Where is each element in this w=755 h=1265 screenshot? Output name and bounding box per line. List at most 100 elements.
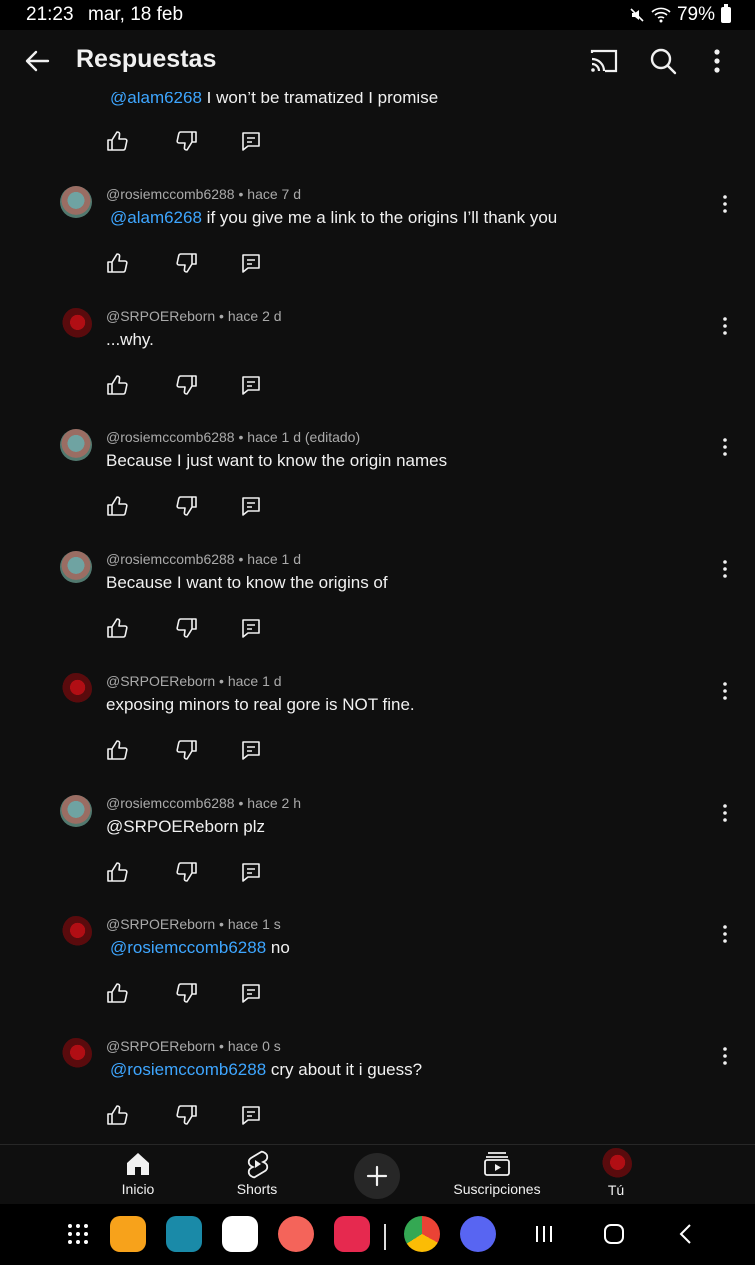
home-icon [127,1153,149,1175]
home-button-icon[interactable] [602,1222,626,1246]
cast-icon[interactable] [588,47,620,75]
thumb-down-icon[interactable] [176,252,198,274]
comment-meta: @rosiemccomb6288 • hace 7 d [106,186,301,202]
thumb-up-icon[interactable] [106,982,128,1004]
mute-icon [630,8,644,22]
contacts-app-icon[interactable] [278,1216,314,1252]
comment-item: @rosiemccomb6288 • hace 1 d (editado) Bec… [0,429,755,550]
more-vert-icon[interactable] [716,679,734,703]
thumb-up-icon[interactable] [106,617,128,639]
comment-body: @SRPOEReborn plz [106,817,265,836]
reply-icon[interactable] [240,739,262,761]
comment-mention[interactable]: @rosiemccomb6288 [110,1060,266,1079]
status-time: 21:23 [26,4,74,25]
bottom-nav: Inicio Shorts Suscripciones Tú [0,1144,755,1205]
reply-icon[interactable] [240,130,262,152]
status-bar: 21:23 mar, 18 feb 79% [0,0,755,30]
nav-subscriptions[interactable]: Suscripciones [446,1145,548,1197]
comment-text: @rosiemccomb6288 cry about it i guess? [110,1060,422,1080]
comment-mention[interactable]: @alam6268 [110,208,202,227]
thumb-up-icon[interactable] [106,252,128,274]
nav-you[interactable]: Tú [596,1145,636,1198]
comment-body: ...why. [106,330,154,349]
files-app-icon[interactable] [110,1216,146,1252]
nav-subscriptions-label: Suscripciones [453,1181,541,1197]
messages-app-icon[interactable] [222,1216,258,1252]
apps-grid-icon[interactable] [66,1222,90,1246]
comment-body: exposing minors to real gore is NOT fine… [106,695,415,714]
reply-icon[interactable] [240,861,262,883]
more-vert-icon[interactable] [716,435,734,459]
comment-item: @rosiemccomb6288 • hace 1 d Because I wan… [0,551,755,672]
comment-body: Because I want to know the origins of [106,573,388,592]
reply-icon[interactable] [240,1104,262,1126]
reply-icon[interactable] [240,617,262,639]
comment-meta: @rosiemccomb6288 • hace 1 d [106,551,301,567]
nav-shorts[interactable]: Shorts [226,1145,288,1197]
create-button[interactable] [354,1153,400,1199]
nav-you-label: Tú [607,1182,625,1198]
avatar[interactable] [60,551,92,583]
system-nav [0,1204,755,1265]
avatar[interactable] [60,795,92,827]
avatar[interactable] [60,916,92,948]
nav-home[interactable]: Inicio [108,1145,168,1197]
comment-meta: @rosiemccomb6288 • hace 1 d (editado) [106,429,361,445]
more-vert-icon[interactable] [716,192,734,216]
avatar[interactable] [60,429,92,461]
subscriptions-icon [484,1152,510,1176]
more-vert-icon[interactable] [716,1044,734,1068]
back-arrow-icon[interactable] [20,44,54,78]
more-vert-icon[interactable] [716,314,734,338]
thumb-up-icon[interactable] [106,739,128,761]
more-vert-icon[interactable] [716,557,734,581]
more-vert-icon[interactable] [716,801,734,825]
thumb-down-icon[interactable] [176,130,198,152]
thumb-down-icon[interactable] [176,861,198,883]
back-icon[interactable] [674,1222,698,1246]
thumb-down-icon[interactable] [176,374,198,396]
discord-app-icon[interactable] [460,1216,496,1252]
avatar[interactable] [60,308,92,340]
thumb-down-icon[interactable] [176,982,198,1004]
avatar[interactable] [60,673,92,705]
comment-text: Because I want to know the origins of [106,573,388,593]
comment-text: @rosiemccomb6288 no [110,938,290,958]
comment-meta: @SRPOEReborn • hace 2 d [106,308,282,324]
nav-home-label: Inicio [121,1181,155,1197]
avatar[interactable] [60,186,92,218]
more-vert-icon[interactable] [704,46,730,76]
create-icon [366,1165,388,1187]
comment-text: Because I just want to know the origin n… [106,451,447,471]
reply-icon[interactable] [240,495,262,517]
comment-body: if you give me a link to the origins I’l… [201,208,558,227]
calendar-app-icon[interactable] [166,1216,202,1252]
reply-icon[interactable] [240,252,262,274]
thumb-down-icon[interactable] [176,495,198,517]
comment-mention[interactable]: @rosiemccomb6288 [110,938,266,957]
comment-item: @SRPOEReborn • hace 1 d exposing minors t… [0,673,755,794]
comment-body: cry about it i guess? [266,1060,423,1079]
more-vert-icon[interactable] [716,922,734,946]
thumb-down-icon[interactable] [176,1104,198,1126]
comment-meta: @rosiemccomb6288 • hace 2 h [106,795,301,811]
search-icon[interactable] [648,46,678,76]
thumb-up-icon[interactable] [106,861,128,883]
camera-app-icon[interactable] [334,1216,370,1252]
comment-body: Because I just want to know the origin n… [106,451,448,470]
thumb-up-icon[interactable] [106,130,128,152]
avatar[interactable] [60,1038,92,1070]
battery-percent: 79% [676,4,715,25]
chrome-app-icon[interactable] [404,1216,440,1252]
thumb-up-icon[interactable] [106,495,128,517]
recents-icon[interactable] [532,1222,556,1246]
status-icons: 79% [629,4,731,26]
thumb-up-icon[interactable] [106,1104,128,1126]
thumb-down-icon[interactable] [176,739,198,761]
status-date: mar, 18 feb [88,4,184,25]
reply-icon[interactable] [240,982,262,1004]
reply-icon[interactable] [240,374,262,396]
comment-text: exposing minors to real gore is NOT fine… [106,695,415,715]
thumb-down-icon[interactable] [176,617,198,639]
thumb-up-icon[interactable] [106,374,128,396]
